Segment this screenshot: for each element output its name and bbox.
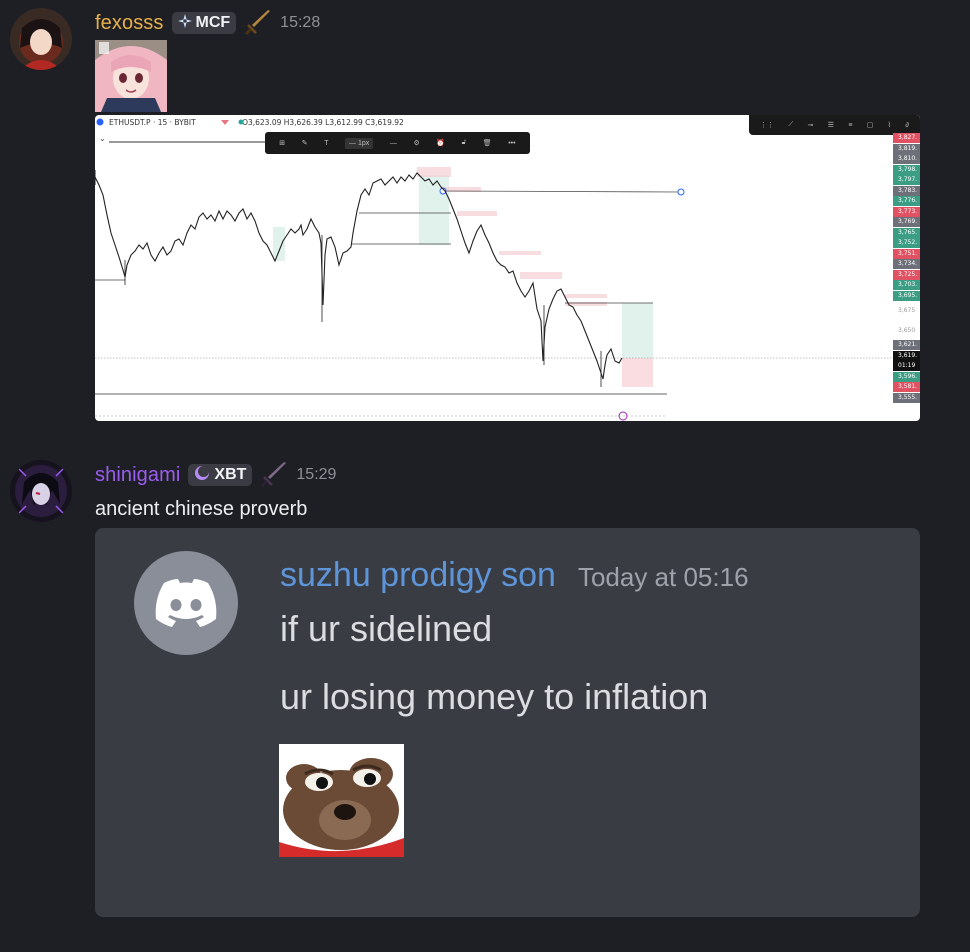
alert-icon[interactable]: ⏰ xyxy=(436,139,445,147)
price-tag: 3,810. xyxy=(893,154,920,164)
anime-girl-image[interactable] xyxy=(95,40,167,112)
compass-star-icon xyxy=(177,13,192,33)
price-tag: 3,621. xyxy=(893,340,920,350)
line-width-label: 1px xyxy=(358,139,370,147)
trash-icon[interactable]: 🗑︎ xyxy=(483,139,492,147)
sword-icon[interactable] xyxy=(260,462,288,488)
price-tag: 3,703. xyxy=(893,280,920,290)
price-tag: 3,827. xyxy=(893,133,920,143)
lock-icon[interactable]: 🔓︎ xyxy=(462,139,467,147)
pencil-icon[interactable]: ✎ xyxy=(302,139,308,147)
price-tag: 3,725. xyxy=(893,269,920,280)
chart-plot: ⌄ xyxy=(95,118,893,421)
more-icon[interactable]: ••• xyxy=(508,140,515,147)
path-icon[interactable]: ⌇ xyxy=(888,121,891,129)
guild-tag[interactable]: XBT xyxy=(188,464,253,486)
avatar[interactable] xyxy=(10,460,72,522)
trend-line-icon[interactable]: ⟋ xyxy=(788,121,793,129)
crescent-moon-icon xyxy=(194,465,210,486)
price-tag: 3,776. xyxy=(893,196,920,206)
price-tag: 3,798. xyxy=(893,164,920,175)
price-tag: 3,769. xyxy=(893,217,920,227)
embed-line-2: ur losing money to inflation xyxy=(280,676,709,717)
svg-text:⌄: ⌄ xyxy=(99,134,106,143)
timestamp: 15:29 xyxy=(296,466,337,483)
message-text: ancient chinese proverb xyxy=(95,498,308,520)
username[interactable]: fexosss xyxy=(95,12,164,35)
price-axis: 3,827. 3,819. 3,810. 3,798. 3,797. 3,783. 3,77… xyxy=(893,133,920,403)
sword-icon[interactable] xyxy=(244,10,272,36)
settings-icon[interactable]: ⚙ xyxy=(413,139,419,147)
brush-icon[interactable]: ∂ xyxy=(905,122,908,129)
timestamp: 15:28 xyxy=(280,14,321,31)
parallel-channel-icon[interactable]: ☰ xyxy=(828,121,834,129)
discord-logo-icon[interactable] xyxy=(134,551,238,655)
username[interactable]: shinigami xyxy=(95,464,180,487)
drawing-toolbar-floating[interactable]: ⊞ ✎ T — 1px — ⚙ ⏰ 🔓︎ 🗑︎ ••• xyxy=(265,132,530,154)
avatar[interactable] xyxy=(10,8,72,70)
embed-author[interactable]: suzhu prodigy son xyxy=(280,556,556,595)
price-tag: 3,555. xyxy=(893,392,920,403)
price-tag: 3,581. xyxy=(893,382,920,392)
price-tag: 01:19 xyxy=(893,361,920,371)
pepe-emoji[interactable] xyxy=(279,744,404,857)
embed-timestamp: Today at 05:16 xyxy=(577,562,749,592)
price-tag: 3,751. xyxy=(893,248,920,259)
guild-tag-label: MCF xyxy=(195,14,231,31)
price-tag: 3,695. xyxy=(893,290,920,301)
price-tag: 3,596. xyxy=(893,371,920,382)
drag-handle-icon[interactable]: ⋮⋮ xyxy=(760,121,774,129)
guild-tag[interactable]: MCF xyxy=(171,12,237,34)
horizontal-ray-icon[interactable]: ⊸ xyxy=(808,121,814,129)
price-tag: 3,783. xyxy=(893,185,920,196)
text-icon[interactable]: T xyxy=(324,140,328,147)
guild-tag-label: XBT xyxy=(214,466,247,483)
template-icon[interactable]: ⊞ xyxy=(279,139,285,147)
price-tag: 3,773. xyxy=(893,206,920,217)
price-tag: 3,819. xyxy=(893,143,920,154)
embed-header: suzhu prodigy son Today at 05:16 xyxy=(280,556,749,595)
quoted-message-embed[interactable]: suzhu prodigy son Today at 05:16 if ur s… xyxy=(95,528,920,917)
price-tag: 3,734. xyxy=(893,259,920,269)
price-tag: 3,650 xyxy=(898,326,916,334)
rectangle-icon[interactable]: ▢ xyxy=(867,121,874,129)
tradingview-chart-screenshot[interactable]: ETHUSDT.P · 15 · BYBIT O3,623.09 H3,626.… xyxy=(95,115,920,421)
embed-line-1: if ur sidelined xyxy=(280,608,493,649)
price-tag: 3,752. xyxy=(893,238,920,248)
price-tag: 3,765. xyxy=(893,227,920,238)
price-tag: 3,797. xyxy=(893,175,920,185)
price-tag: 3,619. xyxy=(893,350,920,361)
price-tag: 3,675 xyxy=(898,307,916,314)
fib-icon[interactable]: ≡ xyxy=(848,122,852,129)
line-width-select[interactable]: — 1px xyxy=(345,137,374,149)
drawing-toolbar-top[interactable]: ⋮⋮ ⟋ ⊸ ☰ ≡ ▢ ⌇ ∂ xyxy=(749,115,920,135)
line-style-icon[interactable]: — xyxy=(390,140,397,147)
